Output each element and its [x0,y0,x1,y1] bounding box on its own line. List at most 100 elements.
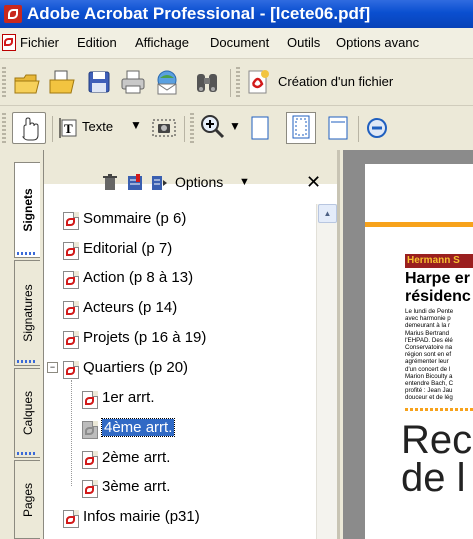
toolbar-grip[interactable] [236,67,240,97]
big-title: de l [401,456,466,500]
expand-bookmark-icon[interactable] [150,174,168,192]
fit-page-icon [292,115,310,139]
zoom-in-icon [201,115,225,139]
bookmark-label: Action (p 8 à 13) [83,269,194,286]
email-icon[interactable] [152,67,182,97]
bookmark-pdf-icon [82,451,98,469]
tab-grip [17,252,37,255]
create-pdf-label: Création d'un fichier [278,74,394,89]
bookmark-pdf-icon [82,421,98,439]
bookmark-pdf-icon [63,331,79,349]
menu-outils[interactable]: Outils [287,35,320,50]
fit-width-button[interactable] [325,114,351,142]
title-bar: Adobe Acrobat Professional - [lcete06.pd… [0,0,473,28]
bookmark-label: 3ème arrt. [102,478,171,495]
tab-calques[interactable]: Calques [14,368,40,458]
fit-width-icon [328,116,348,140]
bookmark-pdf-icon [63,510,79,528]
snapshot-tool-button[interactable] [150,114,178,142]
toolbar-grip[interactable] [2,113,6,143]
tab-grip [17,452,37,455]
tab-label: Pages [20,482,35,517]
window-title: Adobe Acrobat Professional - [lcete06.pd… [27,4,371,23]
save-icon[interactable] [84,67,114,97]
tab-label: Signatures [20,284,35,342]
options-menu[interactable]: Options [175,174,223,190]
fit-page-button[interactable] [286,112,316,144]
tab-pages[interactable]: Pages [14,460,40,539]
tree-connector [71,380,73,486]
tab-label: Signets [20,188,35,232]
bookmarks-panel-header: Options ▼ ✕ [44,150,337,192]
toolbar-separator [230,69,231,97]
menu-bar: Fichier Edition Affichage Document Outil… [0,28,473,59]
toolbar-grip[interactable] [190,113,194,143]
menu-document[interactable]: Document [210,35,269,50]
print-icon[interactable] [118,67,148,97]
menu-affichage[interactable]: Affichage [135,35,189,50]
organizer-icon[interactable] [47,67,77,97]
tab-label: Calques [20,390,35,436]
chevron-down-icon[interactable]: ▼ [229,119,241,133]
chevron-down-icon[interactable]: ▼ [130,118,142,132]
collapse-toggle-icon[interactable]: − [47,362,58,373]
tab-grip [17,360,37,363]
bookmark-label: Editorial (p 7) [83,240,173,257]
article-tag: Hermann S [405,254,473,268]
article-author: Hermann S [407,255,460,266]
open-icon[interactable] [12,67,42,97]
bookmarks-panel: Options ▼ ✕ Sommaire (p 6) Editorial (p … [43,150,338,539]
splitter[interactable] [340,150,343,539]
article-body: Le lundi de Pente avec harmonie p demeur… [405,308,454,402]
tab-signatures[interactable]: Signatures [14,260,40,366]
dotted-rule [405,408,473,411]
bookmark-pdf-icon [63,212,79,230]
menu-fichier[interactable]: Fichier [20,35,59,50]
new-bookmark-icon[interactable] [126,174,144,192]
tools-toolbar: T Texte ▼ ▼ [0,106,473,150]
navigation-tabs: Signets Signatures Calques Pages [0,150,42,539]
toolbar-separator [184,116,185,142]
article-headline: Harpe er [405,270,470,287]
bookmark-label: Infos mairie (p31) [83,508,200,525]
actual-size-button[interactable] [247,114,273,142]
file-toolbar: Création d'un fichier [0,59,473,106]
zoom-in-tool[interactable]: ▼ [198,113,241,143]
trash-icon[interactable] [102,174,118,192]
camera-icon [152,119,176,137]
hand-tool-button[interactable] [12,112,46,144]
rotate-button[interactable] [364,114,390,142]
tab-signets[interactable]: Signets [14,162,40,258]
bookmark-label: 4ème arrt. [100,418,176,437]
toolbar-separator [52,116,53,142]
document-page: Hermann S Harpe er résidenc Le lundi de … [365,164,473,539]
svg-text:T: T [64,121,73,136]
close-icon[interactable]: ✕ [306,172,321,193]
menu-edition[interactable]: Edition [77,35,117,50]
document-menu-icon[interactable] [2,34,16,51]
bookmark-pdf-icon [63,271,79,289]
text-select-tool[interactable]: T Texte ▼ [58,114,148,142]
bookmark-label: 2ème arrt. [102,449,171,466]
bookmark-label: Projets (p 16 à 19) [83,329,207,346]
toolbar-grip[interactable] [2,67,6,97]
scroll-up-icon[interactable]: ▲ [318,204,337,223]
menu-options-avancees[interactable]: Options avanc [336,35,419,50]
chevron-down-icon[interactable]: ▼ [239,176,250,188]
big-title: Rec [401,418,473,462]
bookmark-pdf-icon [63,361,79,379]
bookmark-label: Sommaire (p 6) [83,210,187,227]
search-binoculars-icon[interactable] [192,67,222,97]
acrobat-app-icon[interactable] [4,5,22,23]
create-pdf-button[interactable]: Création d'un fichier [244,67,473,97]
toolbar-separator [358,116,359,142]
bookmark-pdf-icon [63,242,79,260]
bookmark-label: Acteurs (p 14) [83,299,178,316]
rotate-icon [367,118,387,138]
bookmarks-scrollbar[interactable]: ▲ [316,204,338,539]
article-headline: résidenc [405,288,471,305]
bookmark-pdf-icon [82,480,98,498]
bookmarks-tree: Sommaire (p 6) Editorial (p 7) Action (p… [44,204,316,539]
bookmark-label: Quartiers (p 20) [83,359,189,376]
bookmark-pdf-icon [63,301,79,319]
